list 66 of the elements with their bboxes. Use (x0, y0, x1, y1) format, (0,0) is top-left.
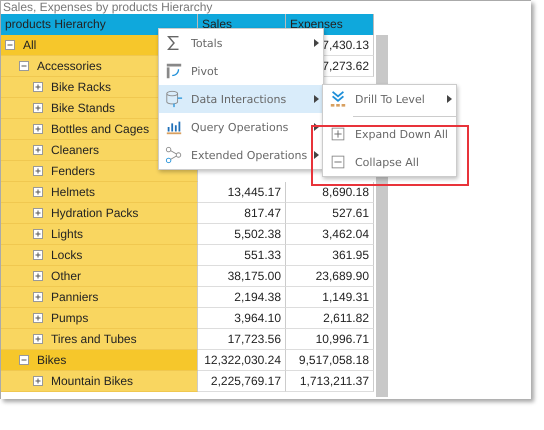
table-cell: 2,611.82 (286, 308, 374, 329)
menu-item[interactable]: Data Interactions (159, 85, 323, 113)
row-label: Fenders (51, 163, 96, 180)
expand-icon[interactable] (33, 208, 43, 218)
expand-icon[interactable] (33, 292, 43, 302)
expand-icon[interactable] (33, 250, 43, 260)
expand-icon[interactable] (33, 124, 43, 134)
expand-icon[interactable] (33, 166, 43, 176)
collapse-icon[interactable] (5, 40, 15, 50)
table-cell: 10,996.71 (286, 329, 374, 350)
table-cell: 8,690.18 (286, 182, 374, 203)
menu-item[interactable]: Expand Down All (323, 120, 456, 148)
table-cell: 12,322,030.24 (198, 350, 286, 371)
nodes-icon (165, 146, 183, 164)
table-cell: 23,689.90 (286, 266, 374, 287)
table-cell: 1,713,211.37 (286, 371, 374, 392)
row-label: Helmets (51, 184, 96, 201)
drill-down-icon (329, 90, 347, 108)
row-label: Pumps (51, 310, 88, 327)
table-cell: 2,225,769.17 (198, 371, 286, 392)
collapse-icon[interactable] (19, 355, 29, 365)
row-label: Accessories (37, 58, 102, 75)
row-label: Tires and Tubes (51, 331, 137, 348)
expand-icon[interactable] (33, 313, 43, 323)
table-cell: 5,502.38 (198, 224, 286, 245)
row-label: Mountain Bikes (51, 373, 134, 390)
row-label: Locks (51, 247, 82, 264)
table-cell: 3,964.10 (198, 308, 286, 329)
table-cell: 13,445.17 (198, 182, 286, 203)
expand-icon[interactable] (33, 82, 43, 92)
table-cell: 527.61 (286, 203, 374, 224)
expand-icon[interactable] (33, 271, 43, 281)
table-cell: 551.33 (198, 245, 286, 266)
row-label: Bike Racks (51, 79, 112, 96)
table-cell: 9,517,058.18 (286, 350, 374, 371)
row-label: Cleaners (51, 142, 100, 159)
row-label: Panniers (51, 289, 98, 306)
row-label: All (23, 37, 36, 54)
table-cell: 38,175.00 (198, 266, 286, 287)
table-cell: 817.47 (198, 203, 286, 224)
row-label: Bottles and Cages (51, 121, 150, 138)
expand-icon[interactable] (33, 229, 43, 239)
table-cell: 17,723.56 (198, 329, 286, 350)
column-header[interactable]: products Hierarchy (1, 14, 198, 35)
expand-icon[interactable] (33, 334, 43, 344)
table-cell: 1,149.31 (286, 287, 374, 308)
row-label: Lights (51, 226, 84, 243)
expand-icon (329, 125, 347, 143)
expand-icon[interactable] (33, 103, 43, 113)
database-icon (165, 90, 183, 108)
expand-icon[interactable] (33, 376, 43, 386)
table-cell: 2,194.38 (198, 287, 286, 308)
menu-item[interactable]: Collapse All (323, 148, 456, 176)
row-label: Bikes (37, 352, 66, 369)
menu-item[interactable]: Drill To Level (323, 85, 456, 113)
expand-icon[interactable] (33, 187, 43, 197)
table-cell: 361.95 (286, 245, 374, 266)
report-title: Sales, Expenses by products Hierarchy (2, 1, 214, 14)
row-label: Bike Stands (51, 100, 116, 117)
row-label: Hydration Packs (51, 205, 138, 222)
row-label: Other (51, 268, 82, 285)
expand-icon[interactable] (33, 145, 43, 155)
table-cell: 3,462.04 (286, 224, 374, 245)
collapse-icon (329, 153, 347, 171)
collapse-icon[interactable] (19, 61, 29, 71)
pivot-icon (165, 62, 183, 80)
